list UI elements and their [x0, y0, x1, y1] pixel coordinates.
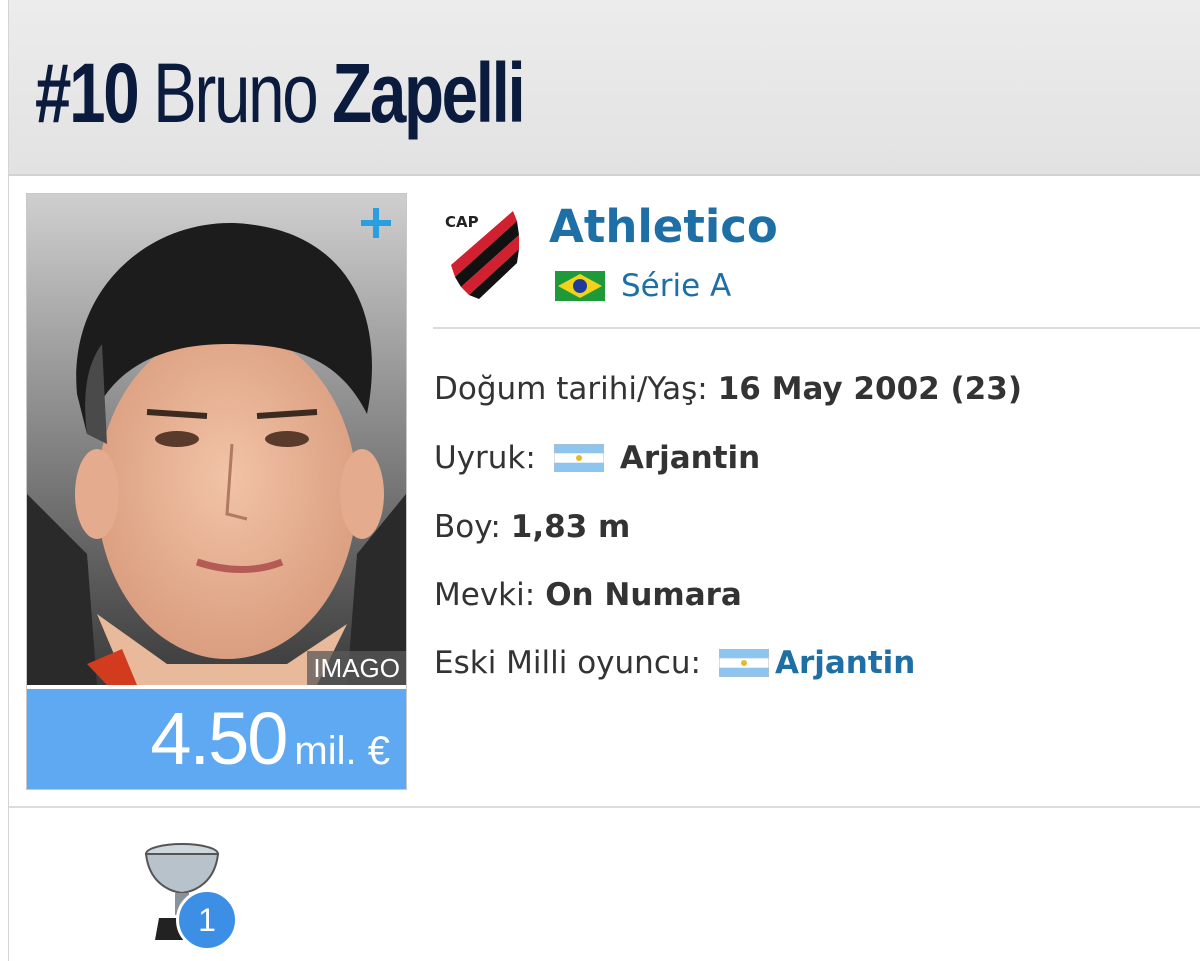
first-name: Bruno: [153, 46, 318, 140]
player-profile: #10 Bruno Zapelli IMAGO 4.50 mil. € CAP …: [8, 0, 1200, 961]
player-photo-card: IMAGO 4.50 mil. €: [26, 193, 407, 790]
player-header: #10 Bruno Zapelli: [9, 0, 1200, 176]
plus-icon[interactable]: [359, 206, 393, 240]
player-title: #10 Bruno Zapelli: [35, 38, 526, 148]
shirt-number: #10: [35, 46, 140, 140]
athletico-crest-icon[interactable]: CAP: [443, 205, 523, 301]
league-link[interactable]: Série A: [555, 266, 731, 306]
position-label: Mevki:: [434, 577, 536, 613]
trophy-count-badge: 1: [176, 889, 238, 951]
divider: [433, 327, 1200, 329]
birth-label: Doğum tarihi/Yaş:: [434, 371, 708, 407]
nationality-value: Arjantin: [619, 440, 761, 476]
height-value: 1,83 m: [510, 509, 631, 545]
position-row: Mevki: On Numara: [434, 573, 742, 617]
league-name: Série A: [621, 268, 732, 304]
divider: [9, 806, 1200, 808]
club-name-link[interactable]: Athletico: [549, 198, 778, 256]
former-international-row: Eski Milli oyuncu: Arjantin: [434, 641, 915, 685]
nationality-label: Uyruk:: [434, 440, 536, 476]
birth-value: 16 May 2002 (23): [717, 371, 1022, 407]
height-row: Boy: 1,83 m: [434, 505, 630, 549]
player-photo[interactable]: IMAGO: [27, 194, 406, 685]
position-value: On Numara: [545, 577, 742, 613]
argentina-flag-icon: [553, 444, 604, 472]
market-value-amount: 4.50: [150, 697, 288, 780]
market-value-unit: mil. €: [294, 729, 390, 773]
photo-credit: IMAGO: [307, 651, 406, 685]
height-label: Boy:: [434, 509, 501, 545]
argentina-flag-icon: [718, 649, 769, 677]
market-value[interactable]: 4.50 mil. €: [27, 689, 406, 789]
former-international-label: Eski Milli oyuncu:: [434, 645, 701, 681]
last-name: Zapelli: [332, 46, 526, 140]
brazil-flag-icon: [555, 271, 605, 301]
svg-text:CAP: CAP: [445, 213, 479, 231]
former-international-link[interactable]: Arjantin: [775, 641, 915, 685]
nationality-row: Uyruk: Arjantin: [434, 436, 760, 480]
birth-row: Doğum tarihi/Yaş: 16 May 2002 (23): [434, 367, 1022, 411]
